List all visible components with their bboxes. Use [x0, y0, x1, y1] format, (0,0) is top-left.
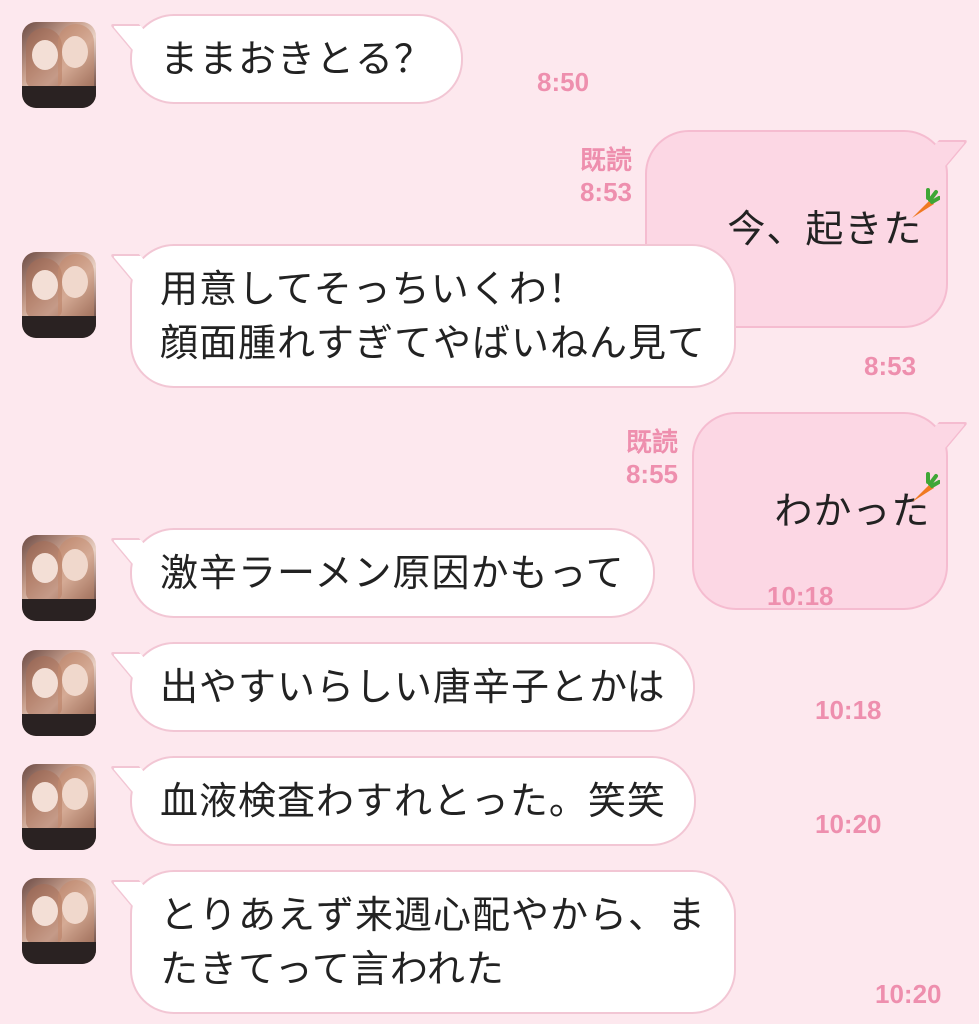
avatar[interactable] — [22, 22, 96, 108]
read-label: 既読 — [625, 427, 678, 457]
message-text: 今、起きた — [727, 207, 923, 251]
carrot-icon — [912, 188, 940, 218]
message-timestamp: 8:50 — [537, 67, 590, 97]
avatar[interactable] — [22, 878, 96, 964]
read-receipt: 既読 8:55 — [586, 426, 678, 490]
message-bubble[interactable]: 血液検査わすれとった。笑笑 — [130, 756, 696, 846]
message-timestamp: 10:20 — [875, 979, 942, 1009]
message-timestamp: 8:53 — [864, 351, 917, 381]
avatar[interactable] — [22, 535, 96, 621]
read-label: 既読 — [579, 145, 632, 175]
message-timestamp: 8:53 — [579, 177, 632, 207]
message-bubble[interactable]: 激辛ラーメン原因かもって — [130, 528, 655, 618]
message-timestamp: 10:18 — [815, 695, 882, 725]
message-timestamp: 10:18 — [767, 581, 834, 611]
message-bubble[interactable]: 出やすいらしい唐辛子とかは — [130, 642, 696, 732]
avatar[interactable] — [22, 252, 96, 338]
carrot-icon — [912, 472, 940, 502]
avatar[interactable] — [22, 764, 96, 850]
message-bubble[interactable]: ままおきとる？ — [130, 14, 464, 104]
avatar[interactable] — [22, 650, 96, 736]
message-timestamp: 10:20 — [815, 809, 882, 839]
message-bubble[interactable]: とりあえず来週心配やから、ま たきてって言われた — [130, 870, 737, 1014]
message-bubble[interactable]: 用意してそっちいくわ！ 顔面腫れすぎてやばいねん見て — [130, 244, 737, 388]
message-timestamp: 8:55 — [625, 459, 678, 489]
read-receipt: 既読 8:53 — [540, 144, 632, 208]
